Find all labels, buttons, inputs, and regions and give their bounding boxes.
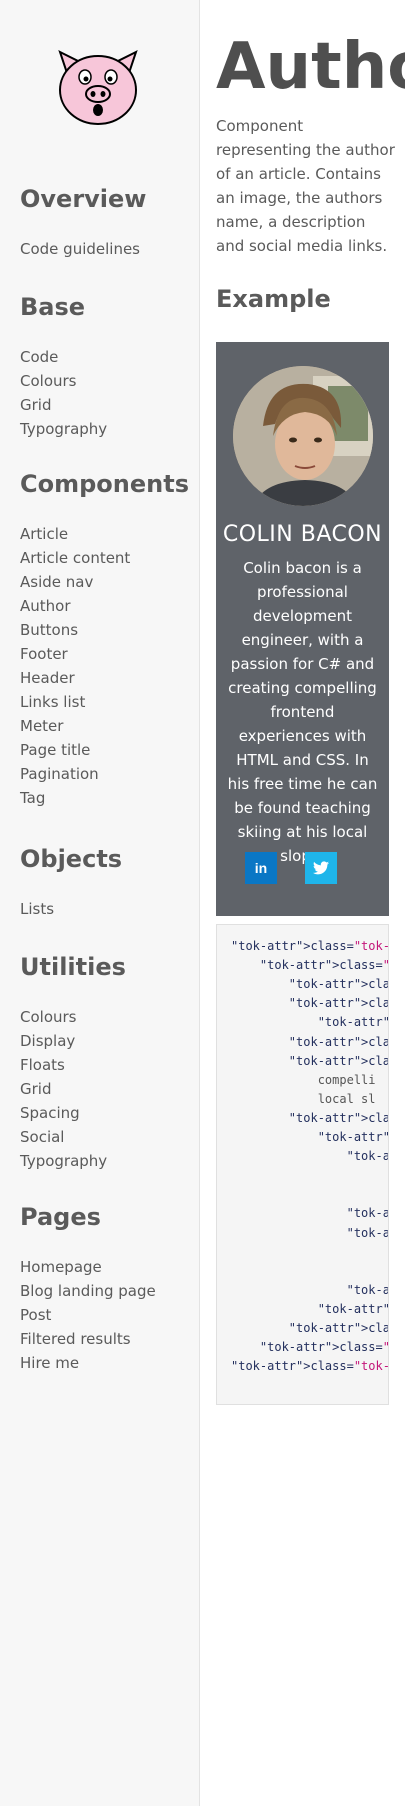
code-line: "tok-attr">class="tok-tag"><div "tok-att… xyxy=(259,958,388,973)
code-line: "tok-attr">class="tok-tag"></li xyxy=(346,1206,388,1221)
author-avatar xyxy=(233,366,373,506)
author-description: Colin bacon is a professional developmen… xyxy=(227,559,378,865)
linkedin-label: in xyxy=(254,860,268,876)
sidebar-item[interactable]: Social xyxy=(20,1125,126,1149)
sidebar-item[interactable]: Floats xyxy=(20,1053,126,1077)
code-line: "tok-attr">class="tok-tag"><strong clas xyxy=(288,977,388,992)
sidebar-item[interactable]: Colours xyxy=(20,1005,126,1029)
sidebar-item[interactable]: Tag xyxy=(20,786,189,810)
nav-section: Objects Lists xyxy=(20,845,122,921)
nav-heading: Objects xyxy=(20,845,123,873)
sidebar-item[interactable]: Grid xyxy=(20,393,107,417)
author-name: COLIN BACON xyxy=(222,522,383,547)
nav-section: Pages Homepage Blog landing page Post Filter… xyxy=(20,1203,156,1375)
sidebar-item[interactable]: Spacing xyxy=(20,1101,126,1125)
code-line: "tok-attr">class="tok-tag"><img "tok-att… xyxy=(288,996,388,1011)
code-line: "tok-attr">class="tok-tag"><li> xyxy=(346,1225,388,1240)
sidebar-item[interactable]: Filtered results xyxy=(20,1327,156,1351)
sidebar-item[interactable]: Pagination xyxy=(20,762,189,786)
sidebar-item[interactable]: Typography xyxy=(20,1149,126,1173)
sidebar-item[interactable]: Author xyxy=(20,594,189,618)
code-line: compelli xyxy=(231,1072,376,1087)
nav-heading: Utilities xyxy=(20,953,126,981)
sidebar-item[interactable]: Aside nav xyxy=(20,570,189,594)
sidebar-item[interactable]: Article content xyxy=(20,546,189,570)
code-line: "tok-attr">class="tok-tag"><div "tok-att… xyxy=(231,939,388,953)
sidebar-item[interactable]: Meter xyxy=(20,714,189,738)
nav-heading: Pages xyxy=(20,1203,101,1231)
nav-section: Base Code Colours Grid Typography xyxy=(20,293,107,441)
sidebar-item[interactable]: Article xyxy=(20,522,189,546)
code-line: "tok-attr">class="tok-tag"><div "tok-att… xyxy=(288,1110,388,1125)
sidebar-item[interactable]: Hire me xyxy=(20,1351,156,1375)
sidebar-item[interactable]: Page title xyxy=(20,738,189,762)
nav-section: Utilities Colours Display Floats Grid Spacing… xyxy=(20,953,126,1173)
sidebar-item[interactable]: Lists xyxy=(20,897,122,921)
sidebar-item[interactable]: Header xyxy=(20,666,189,690)
nav-section: Components Article Article content Aside na… xyxy=(20,470,189,810)
code-line: "tok-attr">alt="Pro xyxy=(317,1015,389,1030)
code-line: "tok-attr">class="tok-tag"></li xyxy=(346,1282,388,1297)
code-line: "tok-attr">class="tok-tag"></div> xyxy=(231,1359,388,1374)
nav-heading: Overview xyxy=(20,185,147,213)
intro-text: Component representing the author of an … xyxy=(216,117,395,255)
sidebar-item[interactable]: Footer xyxy=(20,642,189,666)
code-block[interactable]: "tok-attr">class="tok-tag"><div "tok-att… xyxy=(216,924,389,1405)
code-line: "tok-attr">class="tok-tag"><ul clas xyxy=(317,1130,389,1144)
sidebar-item[interactable]: Code xyxy=(20,345,107,369)
nav-heading: Base xyxy=(20,293,86,321)
sidebar-item[interactable]: Post xyxy=(20,1303,156,1327)
sidebar-item[interactable]: Typography xyxy=(20,417,107,441)
sidebar-item[interactable]: Display xyxy=(20,1029,126,1053)
sidebar-item[interactable]: Grid xyxy=(20,1077,126,1101)
sidebar-item[interactable]: Code guidelines xyxy=(20,237,146,261)
code-line: "tok-attr">class="tok-tag"></ul> xyxy=(317,1301,389,1316)
sidebar-item[interactable]: Links list xyxy=(20,690,189,714)
example-heading: Example xyxy=(216,285,331,313)
code-line: "tok-attr">class="tok-tag"><a "tok-attr"… xyxy=(288,1034,388,1049)
sidebar-item[interactable]: Blog landing page xyxy=(20,1279,156,1303)
page-title: Author xyxy=(216,30,405,104)
main-content: Author Component representing the author… xyxy=(216,0,405,1806)
nav-section: Overview Code guidelines xyxy=(20,185,146,261)
sidebar-item[interactable]: Colours xyxy=(20,369,107,393)
code-line: "tok-attr">class="tok-tag"></div> xyxy=(259,1340,388,1355)
author-card: COLIN BACON Colin bacon is a professiona… xyxy=(216,342,389,916)
linkedin-icon[interactable]: in xyxy=(245,852,277,884)
sidebar-item[interactable]: Homepage xyxy=(20,1255,156,1279)
code-line: "tok-attr">class="tok-tag"><p "tok-attr"… xyxy=(288,1053,388,1068)
sidebar: Overview Code guidelines Base Code Colours Gr… xyxy=(0,0,200,1806)
sidebar-item[interactable]: Buttons xyxy=(20,618,189,642)
code-line: local sl xyxy=(231,1091,376,1106)
pig-logo-icon[interactable] xyxy=(54,48,142,126)
code-line: "tok-attr">class="tok-tag"></div> xyxy=(288,1321,388,1335)
nav-heading: Components xyxy=(20,470,189,498)
code-line: "tok-attr">class="tok-tag"><li> xyxy=(346,1149,388,1164)
twitter-icon[interactable] xyxy=(305,852,337,884)
